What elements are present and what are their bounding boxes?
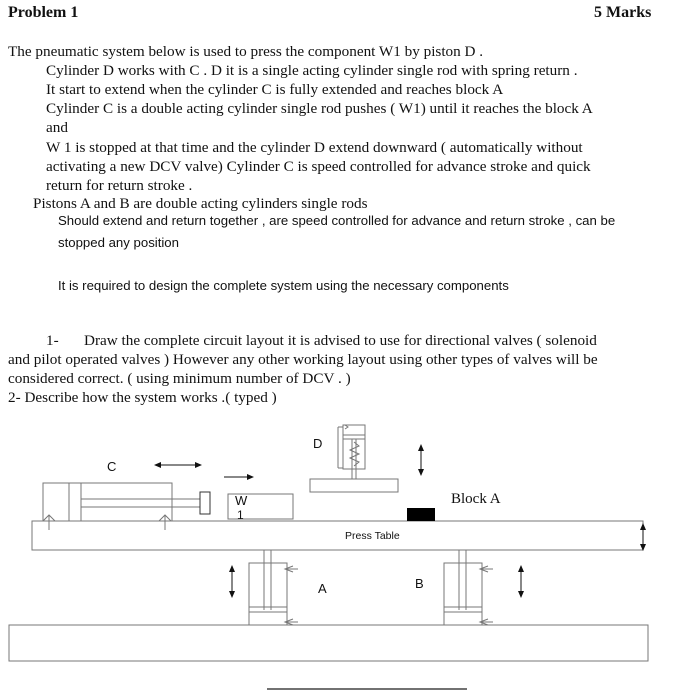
base-plate — [8, 624, 649, 662]
label-workpiece-sub: 1 — [237, 508, 244, 522]
label-cylinder-b: B — [415, 576, 424, 591]
cylinder-a — [248, 550, 298, 626]
pneumatic-system-diagram: C D W 1 Block A Press Table A B — [8, 424, 649, 690]
block-a — [407, 508, 435, 521]
press-table — [31, 520, 644, 551]
label-workpiece: W — [235, 493, 248, 508]
label-block-a: Block A — [451, 491, 501, 507]
label-cylinder-a: A — [318, 581, 327, 596]
label-cylinder-d: D — [313, 436, 322, 451]
cylinder-b — [443, 550, 493, 626]
label-cylinder-c: C — [107, 459, 116, 474]
cylinder-c — [42, 482, 211, 530]
cylinder-d — [309, 424, 399, 493]
label-press-table: Press Table — [345, 530, 400, 542]
